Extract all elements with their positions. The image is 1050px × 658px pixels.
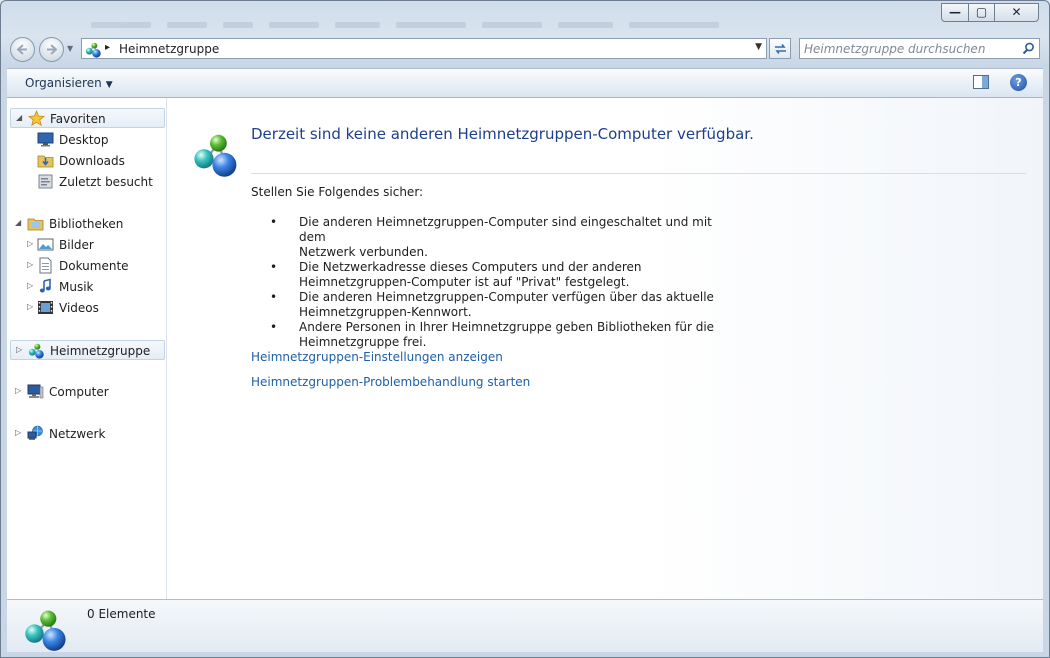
downloads-folder-icon: [37, 155, 54, 168]
nav-favorites-label: Favoriten: [50, 112, 106, 126]
expand-toggle-icon[interactable]: ◢: [16, 113, 24, 122]
search-input[interactable]: [804, 40, 1014, 57]
collapse-toggle-icon[interactable]: ▷: [15, 386, 23, 395]
search-box[interactable]: [799, 38, 1040, 59]
chevron-down-icon: ▼: [105, 80, 113, 90]
nav-computer[interactable]: ▷ Computer: [10, 382, 165, 402]
nav-network[interactable]: ▷ Netzwerk: [10, 424, 165, 444]
list-item-line: Die anderen Heimnetzgruppen-Computer ver…: [299, 290, 714, 304]
collapse-toggle-icon[interactable]: ▷: [15, 428, 23, 437]
address-dropdown[interactable]: ▼: [755, 42, 762, 52]
minimize-button[interactable]: —: [941, 3, 969, 22]
nav-recent-places-label: Zuletzt besucht: [59, 175, 153, 189]
nav-music[interactable]: ▷ Musik: [10, 277, 165, 297]
start-homegroup-troubleshooter-link[interactable]: Heimnetzgruppen-Problembehandlung starte…: [251, 375, 530, 389]
recent-pages-dropdown[interactable]: ▼: [67, 44, 73, 53]
back-arrow-icon: [16, 44, 27, 55]
view-homegroup-settings-link[interactable]: Heimnetzgruppen-Einstellungen anzeigen: [251, 350, 503, 364]
navigation-pane: ◢ Favoriten Desktop Downloads Zuletzt be…: [7, 98, 167, 599]
explorer-window: — ▢ ✕ ▼ ▸ Heimnetzgruppe ▼ Organisieren▼…: [0, 0, 1050, 658]
instructions-list: Die anderen Heimnetzgruppen-Computer sin…: [251, 215, 721, 350]
list-item-line: Heimnetzgruppen-Computer ist auf "Privat…: [299, 275, 630, 289]
collapse-toggle-icon[interactable]: ▷: [27, 239, 35, 248]
nav-videos[interactable]: ▷ Videos: [10, 298, 165, 318]
collapse-toggle-icon[interactable]: ▷: [27, 302, 35, 311]
search-icon[interactable]: [1022, 42, 1035, 55]
list-item-line: Heimnetzgruppe frei.: [299, 335, 427, 349]
close-icon: ✕: [1011, 5, 1022, 19]
list-item-line: Heimnetzgruppen-Kennwort.: [299, 305, 472, 319]
nav-pictures[interactable]: ▷ Bilder: [10, 235, 165, 255]
explorer-body: ◢ Favoriten Desktop Downloads Zuletzt be…: [7, 98, 1043, 599]
item-count: 0 Elemente: [87, 607, 156, 621]
homegroup-icon: [28, 342, 45, 359]
libraries-icon: [27, 218, 44, 231]
list-item-line: Netzwerk verbunden.: [299, 245, 428, 259]
desktop-icon: [37, 132, 54, 147]
forward-arrow-icon: [47, 44, 58, 55]
back-button[interactable]: [10, 37, 35, 62]
network-icon: [27, 425, 43, 440]
nav-documents[interactable]: ▷ Dokumente: [10, 256, 165, 276]
homegroup-icon: [23, 606, 69, 652]
organize-menu-button[interactable]: Organisieren ▼: [25, 76, 113, 90]
refresh-button[interactable]: [769, 38, 791, 59]
list-item: Die Netzwerkadresse dieses Computers und…: [251, 260, 721, 290]
list-item: Die anderen Heimnetzgruppen-Computer ver…: [251, 290, 721, 320]
expand-toggle-icon[interactable]: ◢: [15, 218, 23, 227]
homegroup-icon: [192, 130, 240, 178]
maximize-icon: ▢: [975, 5, 988, 19]
address-bar[interactable]: ▸ Heimnetzgruppe ▼: [81, 38, 767, 59]
page-title: Derzeit sind keine anderen Heimnetzgrupp…: [251, 125, 754, 143]
list-item-line: Die Netzwerkadresse dieses Computers und…: [299, 260, 642, 274]
pictures-icon: [37, 238, 54, 251]
nav-computer-label: Computer: [49, 385, 109, 399]
preview-pane-icon[interactable]: [973, 75, 989, 89]
background-ghost-text: [91, 17, 931, 31]
nav-desktop[interactable]: Desktop: [10, 130, 165, 150]
collapse-toggle-icon[interactable]: ▷: [27, 260, 35, 269]
nav-pictures-label: Bilder: [59, 238, 94, 252]
minimize-icon: —: [949, 5, 961, 19]
recent-places-icon: [38, 174, 53, 189]
nav-desktop-label: Desktop: [59, 133, 109, 147]
nav-recent-places[interactable]: Zuletzt besucht: [10, 172, 165, 192]
details-pane: 0 Elemente: [7, 599, 1043, 652]
nav-favorites[interactable]: ◢ Favoriten: [10, 108, 165, 128]
nav-downloads-label: Downloads: [59, 154, 125, 168]
homegroup-icon: [85, 41, 102, 58]
nav-homegroup[interactable]: ▷ Heimnetzgruppe: [10, 340, 165, 360]
organize-label: Organisieren: [25, 76, 102, 90]
nav-videos-label: Videos: [59, 301, 99, 315]
nav-documents-label: Dokumente: [59, 259, 129, 273]
nav-music-label: Musik: [59, 280, 94, 294]
refresh-icon: [775, 44, 786, 54]
computer-icon: [27, 384, 44, 399]
content-pane: Derzeit sind keine anderen Heimnetzgrupp…: [167, 98, 1043, 599]
videos-icon: [38, 301, 53, 314]
collapse-toggle-icon[interactable]: ▷: [27, 281, 35, 290]
instructions-intro: Stellen Sie Folgendes sicher:: [251, 185, 424, 199]
list-item-line: Andere Personen in Ihrer Heimnetzgruppe …: [299, 320, 715, 334]
divider: [251, 173, 1026, 174]
nav-downloads[interactable]: Downloads: [10, 151, 165, 171]
breadcrumb-homegroup[interactable]: Heimnetzgruppe: [119, 42, 219, 56]
close-button[interactable]: ✕: [994, 3, 1039, 22]
maximize-button[interactable]: ▢: [968, 3, 995, 22]
star-icon: [28, 110, 45, 127]
nav-libraries-label: Bibliotheken: [49, 217, 124, 231]
list-item-line: Die anderen Heimnetzgruppen-Computer sin…: [299, 215, 712, 244]
nav-libraries[interactable]: ◢ Bibliotheken: [10, 214, 165, 234]
help-icon[interactable]: ?: [1010, 74, 1027, 91]
music-icon: [39, 278, 51, 293]
collapse-toggle-icon[interactable]: ▷: [16, 345, 24, 354]
command-bar: Organisieren ▼ ?: [7, 68, 1043, 98]
breadcrumb-separator[interactable]: ▸: [105, 42, 110, 53]
list-item: Die anderen Heimnetzgruppen-Computer sin…: [251, 215, 721, 260]
list-item: Andere Personen in Ihrer Heimnetzgruppe …: [251, 320, 721, 350]
forward-button[interactable]: [39, 37, 64, 62]
nav-homegroup-label: Heimnetzgruppe: [50, 344, 151, 358]
nav-network-label: Netzwerk: [49, 427, 106, 441]
documents-icon: [39, 257, 52, 274]
